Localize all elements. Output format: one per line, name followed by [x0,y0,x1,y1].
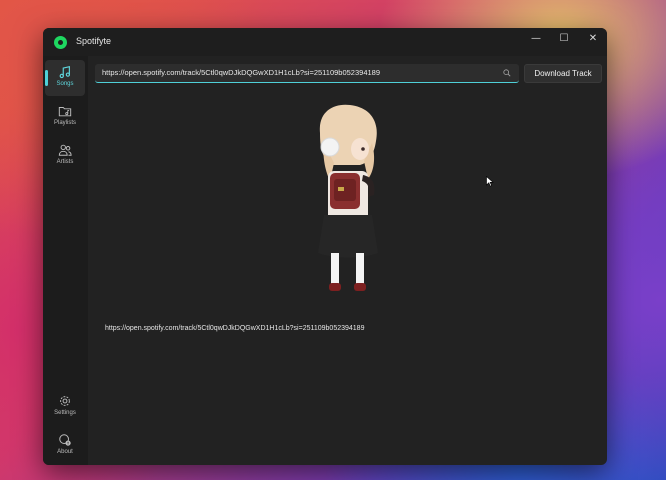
mouse-cursor-icon [486,176,494,187]
sidebar-item-songs[interactable]: Songs [45,60,85,96]
sidebar: Songs Playlists Artists Settings About [43,56,88,465]
sidebar-item-settings[interactable]: Settings [45,389,85,425]
people-icon [58,144,72,156]
search-input-value: https://open.spotify.com/track/5Ctl0qwDJ… [102,68,381,77]
app-title: Spotifyte [76,36,112,46]
search-icon[interactable] [503,69,511,77]
close-button[interactable]: ✕ [578,28,607,48]
sidebar-item-playlists[interactable]: Playlists [45,99,85,135]
sidebar-item-label: Settings [54,410,76,416]
folder-music-icon [58,107,72,117]
app-logo-icon [54,36,67,49]
title-bar[interactable]: Spotifyte — ☐ ✕ [43,28,607,56]
gear-icon [60,396,70,406]
sidebar-item-label: Artists [56,159,74,165]
about-icon [59,434,71,446]
sidebar-item-label: Songs [56,81,74,87]
search-input[interactable]: https://open.spotify.com/track/5Ctl0qwDJ… [95,64,519,83]
track-url-result: https://open.spotify.com/track/5Ctl0qwDJ… [105,325,365,332]
music-note-icon [59,66,71,79]
download-track-button[interactable]: Download Track [524,64,602,83]
maximize-button[interactable]: ☐ [549,28,579,48]
sidebar-item-label: Playlists [53,120,76,126]
minimize-button[interactable]: — [521,28,551,48]
app-window: Spotifyte — ☐ ✕ Songs Playlists Artists … [43,28,607,465]
sidebar-item-label: About [57,449,73,455]
sidebar-item-artists[interactable]: Artists [45,138,85,174]
sidebar-item-about[interactable]: About [45,428,85,464]
loading-character-image [318,104,378,291]
